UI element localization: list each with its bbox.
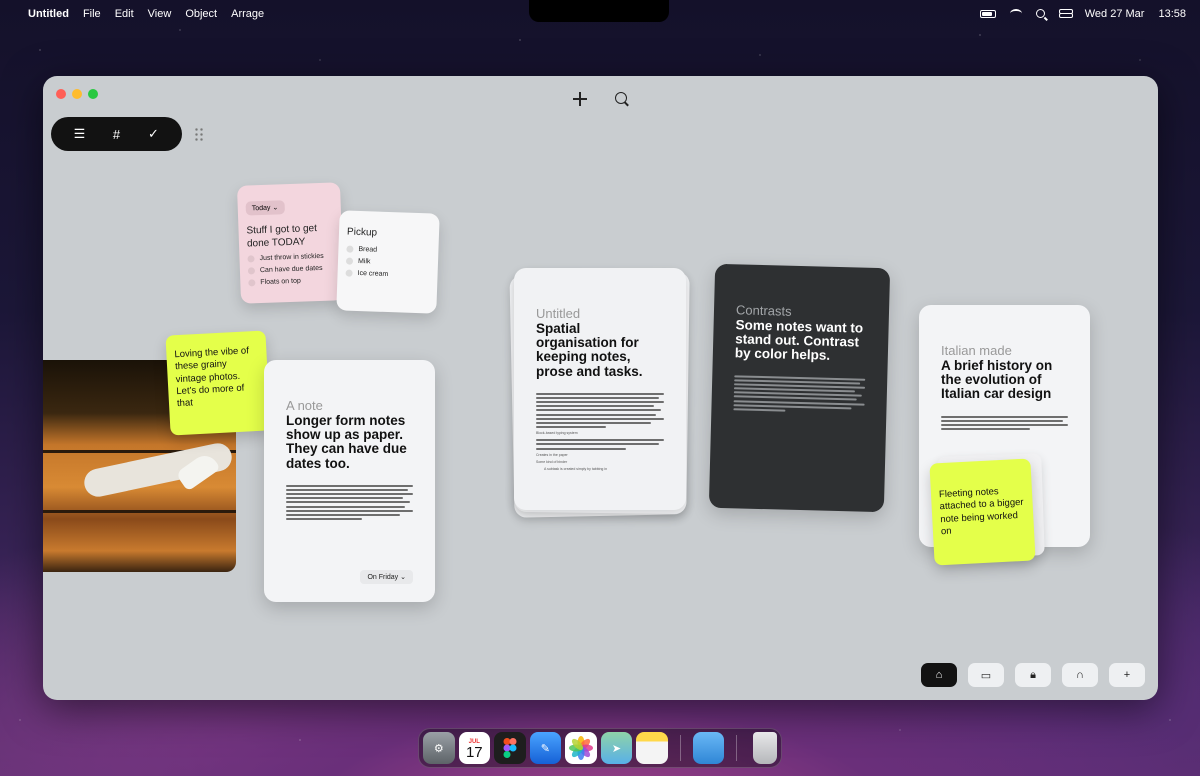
todo-item[interactable]: Just throw in stickies	[247, 252, 334, 263]
battery-icon[interactable]	[979, 9, 996, 18]
dock-separator	[679, 735, 681, 761]
checkmark-icon[interactable]: ✓	[142, 126, 166, 142]
spotlight-icon[interactable]	[1035, 9, 1045, 18]
card-body-text	[286, 484, 413, 521]
menu-file[interactable]: File	[83, 8, 101, 20]
card-heading: Some notes want to stand out. Contrast b…	[734, 317, 864, 364]
minimize-window-button[interactable]	[72, 89, 82, 99]
card-label: A note	[286, 398, 323, 413]
maps-icon[interactable]: ➤	[600, 732, 633, 764]
bottom-navigation: ⌂ ▭ 🔒︎ ∩ +	[921, 663, 1145, 687]
dock-separator	[736, 735, 738, 761]
calendar-icon[interactable]: JUL 17	[458, 732, 491, 764]
card-body-text	[941, 415, 1068, 431]
menu-object[interactable]: Object	[185, 8, 217, 20]
yellow-sticky-note[interactable]: Loving the vibe of these grainy vintage …	[165, 330, 271, 436]
checkbox-icon[interactable]	[247, 267, 256, 275]
menu-view[interactable]: View	[148, 8, 172, 20]
contrasts-dark-card[interactable]: Contrasts Some notes want to stand out. …	[708, 263, 891, 513]
notes-icon[interactable]	[636, 732, 668, 764]
hashtag-icon[interactable]: #	[105, 127, 129, 142]
window-controls	[56, 89, 98, 99]
sticky-title: Stuff I got to get done TODAY	[246, 223, 318, 250]
control-center-icon[interactable]	[1058, 9, 1073, 18]
todo-item[interactable]: Floats on top	[248, 276, 335, 287]
menu-edit[interactable]: Edit	[115, 8, 134, 20]
app-window: ☰ # ✓ Today ⌄ Stuff I got to get done TO…	[43, 76, 1158, 700]
note-paper-card[interactable]: A note Longer form notes show up as pape…	[264, 360, 435, 602]
fleeting-sticky-note[interactable]: Fleeting notes attached to a bigger note…	[929, 458, 1036, 566]
zoom-window-button[interactable]	[88, 89, 98, 99]
wifi-icon[interactable]	[1009, 9, 1022, 18]
folder-icon[interactable]	[692, 732, 725, 764]
menu-arrange[interactable]: Arrage	[231, 8, 264, 20]
lock-icon[interactable]: 🔒︎	[1015, 663, 1051, 687]
checkbox-icon[interactable]	[346, 245, 354, 253]
pickup-sticky-note[interactable]: Pickup Bread Milk Ice cream	[336, 210, 440, 314]
task-item[interactable]: Creates in the paper	[536, 453, 664, 457]
figma-logo-icon	[503, 738, 517, 758]
checkbox-icon[interactable]	[345, 257, 354, 265]
todo-item[interactable]: Can have due dates	[247, 264, 335, 275]
trash-icon[interactable]	[753, 732, 777, 764]
card-subheading: Block-based typing system	[536, 431, 578, 436]
menu-date[interactable]: Wed 27 Mar	[1085, 8, 1145, 20]
filter-toolbar: ☰ # ✓	[51, 117, 182, 151]
add-icon[interactable]	[571, 90, 589, 108]
drag-handle-icon[interactable]	[194, 127, 204, 141]
menu-app-name[interactable]: Untitled	[28, 8, 69, 20]
sticky-title: Pickup	[346, 226, 378, 239]
home-icon[interactable]: ⌂	[921, 663, 957, 687]
list-icon[interactable]: ☰	[68, 126, 92, 142]
close-window-button[interactable]	[56, 89, 66, 99]
search-icon[interactable]	[615, 92, 629, 106]
checkbox-icon[interactable]	[247, 255, 255, 263]
system-settings-icon[interactable]: ⚙	[423, 732, 455, 764]
checkbox-icon[interactable]	[248, 279, 256, 287]
untitled-card[interactable]: Untitled Spatial organisation for keepin…	[514, 268, 686, 510]
headphones-icon[interactable]: ∩	[1062, 663, 1098, 687]
xcode-icon[interactable]: ✎	[529, 732, 562, 764]
card-label: Untitled	[536, 306, 581, 321]
checkbox-icon[interactable]	[345, 269, 353, 277]
card-label: Italian made	[941, 343, 1012, 358]
card-body-text	[733, 374, 866, 414]
camera-notch	[529, 0, 669, 22]
menu-bar-status: Wed 27 Mar 13:58	[979, 0, 1186, 27]
card-heading: Spatial organisation for keeping notes, …	[536, 321, 643, 379]
photos-icon[interactable]	[565, 732, 597, 764]
inbox-icon[interactable]: ▭	[968, 663, 1004, 687]
todo-item[interactable]: Bread	[346, 245, 430, 256]
subtask-item[interactable]: A subtask is created simply by tabbing i…	[536, 467, 664, 471]
card-heading: A brief history on the evolution of Ital…	[941, 358, 1053, 402]
plus-icon[interactable]: +	[1109, 663, 1145, 687]
card-heading: Longer form notes show up as paper. They…	[286, 413, 407, 471]
dock: ⚙ JUL 17 ✎ ➤	[418, 728, 782, 768]
card-body-text	[536, 392, 664, 429]
todo-item[interactable]: Milk	[345, 257, 430, 268]
task-item[interactable]: Some kind of binder	[536, 460, 664, 464]
figma-icon[interactable]	[494, 732, 526, 764]
photo-detail	[43, 510, 236, 513]
due-date-dropdown[interactable]: On Friday ⌄	[360, 570, 413, 584]
due-date-chip[interactable]: Today ⌄	[245, 200, 285, 216]
todo-item[interactable]: Ice cream	[345, 269, 429, 280]
untitled-note-stack[interactable]: Untitled Spatial organisation for keepin…	[509, 268, 690, 518]
menu-time[interactable]: 13:58	[1158, 8, 1186, 20]
card-body-text	[536, 439, 664, 450]
photos-flower-icon	[568, 736, 593, 760]
today-sticky-note[interactable]: Today ⌄ Stuff I got to get done TODAY Ju…	[236, 182, 345, 304]
